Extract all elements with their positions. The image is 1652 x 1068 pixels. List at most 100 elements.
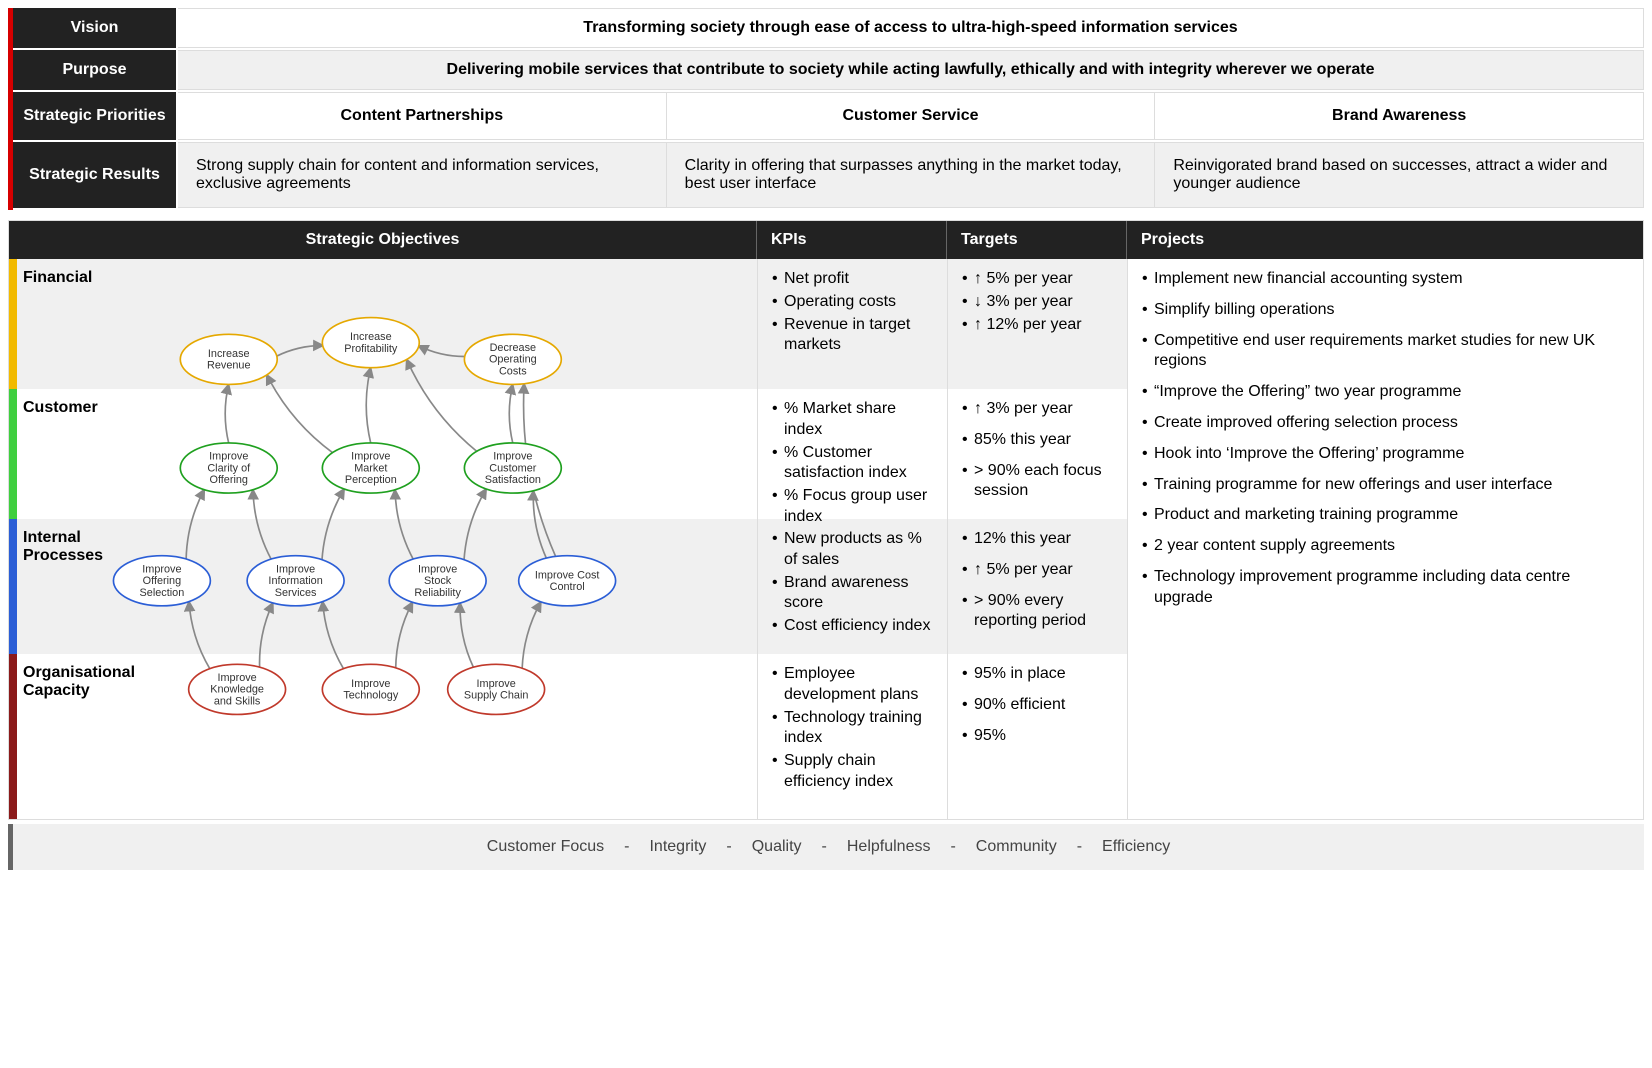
core-value: Helpfulness (837, 838, 941, 856)
objective-node: IncreaseProfitability (322, 318, 419, 368)
causal-arrow (266, 374, 333, 453)
core-value: Quality (742, 838, 812, 856)
causal-arrow (509, 384, 513, 443)
causal-arrow (522, 601, 541, 669)
core-value: Efficiency (1092, 838, 1180, 856)
strategic-priorities-row: Strategic Priorities Content Partnership… (13, 92, 1644, 142)
core-value: Integrity (639, 838, 716, 856)
header-objectives: Strategic Objectives (9, 221, 757, 259)
svg-text:Reliability: Reliability (414, 587, 461, 599)
svg-text:Improve: Improve (217, 672, 256, 684)
org-targets: 95% in place 90% efficient 95% (948, 654, 1127, 819)
svg-text:Technology: Technology (343, 690, 399, 702)
causal-arrow (460, 602, 474, 667)
list-item: Simplify billing operations (1142, 300, 1629, 321)
financial-kpis: Net profitOperating costsRevenue in targ… (758, 259, 947, 389)
causal-arrow (418, 346, 466, 357)
purpose-row: Purpose Delivering mobile services that … (13, 50, 1644, 92)
svg-text:Revenue: Revenue (207, 360, 250, 372)
right-area: Net profitOperating costsRevenue in targ… (757, 259, 1643, 819)
causal-arrow (366, 367, 371, 443)
purpose-text: Delivering mobile services that contribu… (178, 50, 1644, 90)
svg-text:Customer: Customer (489, 462, 536, 474)
objective-node: ImproveOfferingSelection (113, 556, 210, 606)
causal-arrow (189, 601, 210, 669)
separator: - (1067, 838, 1092, 856)
header-targets: Targets (947, 221, 1127, 259)
svg-text:Increase: Increase (208, 348, 250, 360)
org-kpis: Employee development plansTechnology tra… (758, 654, 947, 819)
list-item: Implement new financial accounting syste… (1142, 269, 1629, 290)
list-item: Technology training index (772, 708, 933, 750)
strategic-priority: Brand Awareness (1155, 92, 1644, 140)
svg-text:Market: Market (354, 462, 387, 474)
main-body: Financial Customer Internal Processes Or… (9, 259, 1643, 819)
svg-text:Control: Control (550, 581, 585, 593)
list-item: Revenue in target markets (772, 315, 933, 357)
strategic-results-row: Strategic Results Strong supply chain fo… (13, 142, 1644, 210)
list-item: ↑ 3% per year (962, 399, 1113, 420)
core-value: Customer Focus (477, 838, 614, 856)
svg-text:Increase: Increase (350, 331, 392, 343)
list-item: “Improve the Offering” two year programm… (1142, 382, 1629, 403)
causal-arrow (186, 489, 204, 560)
internal-kpis: New products as % of salesBrand awarenes… (758, 519, 947, 654)
strategic-results-label: Strategic Results (13, 142, 178, 208)
svg-text:Knowledge: Knowledge (210, 684, 264, 696)
separator: - (614, 838, 639, 856)
svg-text:Improve: Improve (418, 563, 457, 575)
svg-text:Perception: Perception (345, 474, 397, 486)
svg-text:Stock: Stock (424, 575, 452, 587)
list-item: Net profit (772, 269, 933, 290)
objective-node: ImproveStockReliability (389, 556, 486, 606)
svg-text:Supply Chain: Supply Chain (464, 690, 529, 702)
list-item: Training programme for new offerings and… (1142, 475, 1629, 496)
causal-arrow (396, 602, 413, 669)
header-projects: Projects (1127, 221, 1643, 259)
purpose-label: Purpose (13, 50, 178, 90)
strategic-result: Reinvigorated brand based on successes, … (1155, 142, 1644, 208)
kpi-column: Net profitOperating costsRevenue in targ… (757, 259, 947, 819)
causal-arrow (322, 488, 345, 560)
list-item: New products as % of sales (772, 529, 933, 571)
strategic-result: Strong supply chain for content and info… (178, 142, 667, 208)
svg-text:Improve: Improve (351, 678, 390, 690)
svg-text:Services: Services (275, 587, 317, 599)
objective-node: Improve CostControl (519, 556, 616, 606)
strategic-priority: Content Partnerships (178, 92, 667, 140)
objective-node: DecreaseOperatingCosts (464, 334, 561, 384)
svg-text:Offering: Offering (210, 474, 248, 486)
causal-arrow (406, 359, 477, 452)
svg-text:Decrease: Decrease (490, 342, 536, 354)
list-item: ↓ 3% per year (962, 292, 1113, 313)
svg-text:Improve Cost: Improve Cost (535, 569, 600, 581)
objective-node: ImproveInformationServices (247, 556, 344, 606)
list-item: 90% efficient (962, 695, 1113, 716)
causal-arrow (395, 489, 413, 560)
targets-column: ↑ 5% per year↓ 3% per year↑ 12% per year… (947, 259, 1127, 819)
svg-text:Profitability: Profitability (344, 343, 398, 355)
vision-row: Vision Transforming society through ease… (13, 8, 1644, 50)
list-item: 95% (962, 726, 1113, 747)
separator: - (812, 838, 837, 856)
separator: - (716, 838, 741, 856)
list-item: Brand awareness score (772, 573, 933, 615)
objective-node: IncreaseRevenue (180, 334, 277, 384)
list-item: > 90% each focus session (962, 461, 1113, 503)
top-section: Vision Transforming society through ease… (8, 8, 1644, 210)
list-item: 95% in place (962, 664, 1113, 685)
objective-node: ImproveTechnology (322, 664, 419, 714)
causal-arrow (276, 346, 324, 357)
strategic-priorities-label: Strategic Priorities (13, 92, 178, 140)
list-item: % Focus group user index (772, 486, 933, 528)
svg-text:Improve: Improve (351, 451, 390, 463)
internal-targets: 12% this year↑ 5% per year> 90% every re… (948, 519, 1127, 654)
list-item: ↑ 5% per year (962, 269, 1113, 290)
strategic-result: Clarity in offering that surpasses anyth… (667, 142, 1156, 208)
values-row: Customer Focus - Integrity - Quality - H… (8, 824, 1644, 870)
svg-text:Improve: Improve (493, 451, 532, 463)
separator: - (940, 838, 965, 856)
customer-targets: ↑ 3% per year85% this year> 90% each foc… (948, 389, 1127, 519)
svg-text:Selection: Selection (140, 587, 185, 599)
causal-arrow (260, 602, 274, 667)
